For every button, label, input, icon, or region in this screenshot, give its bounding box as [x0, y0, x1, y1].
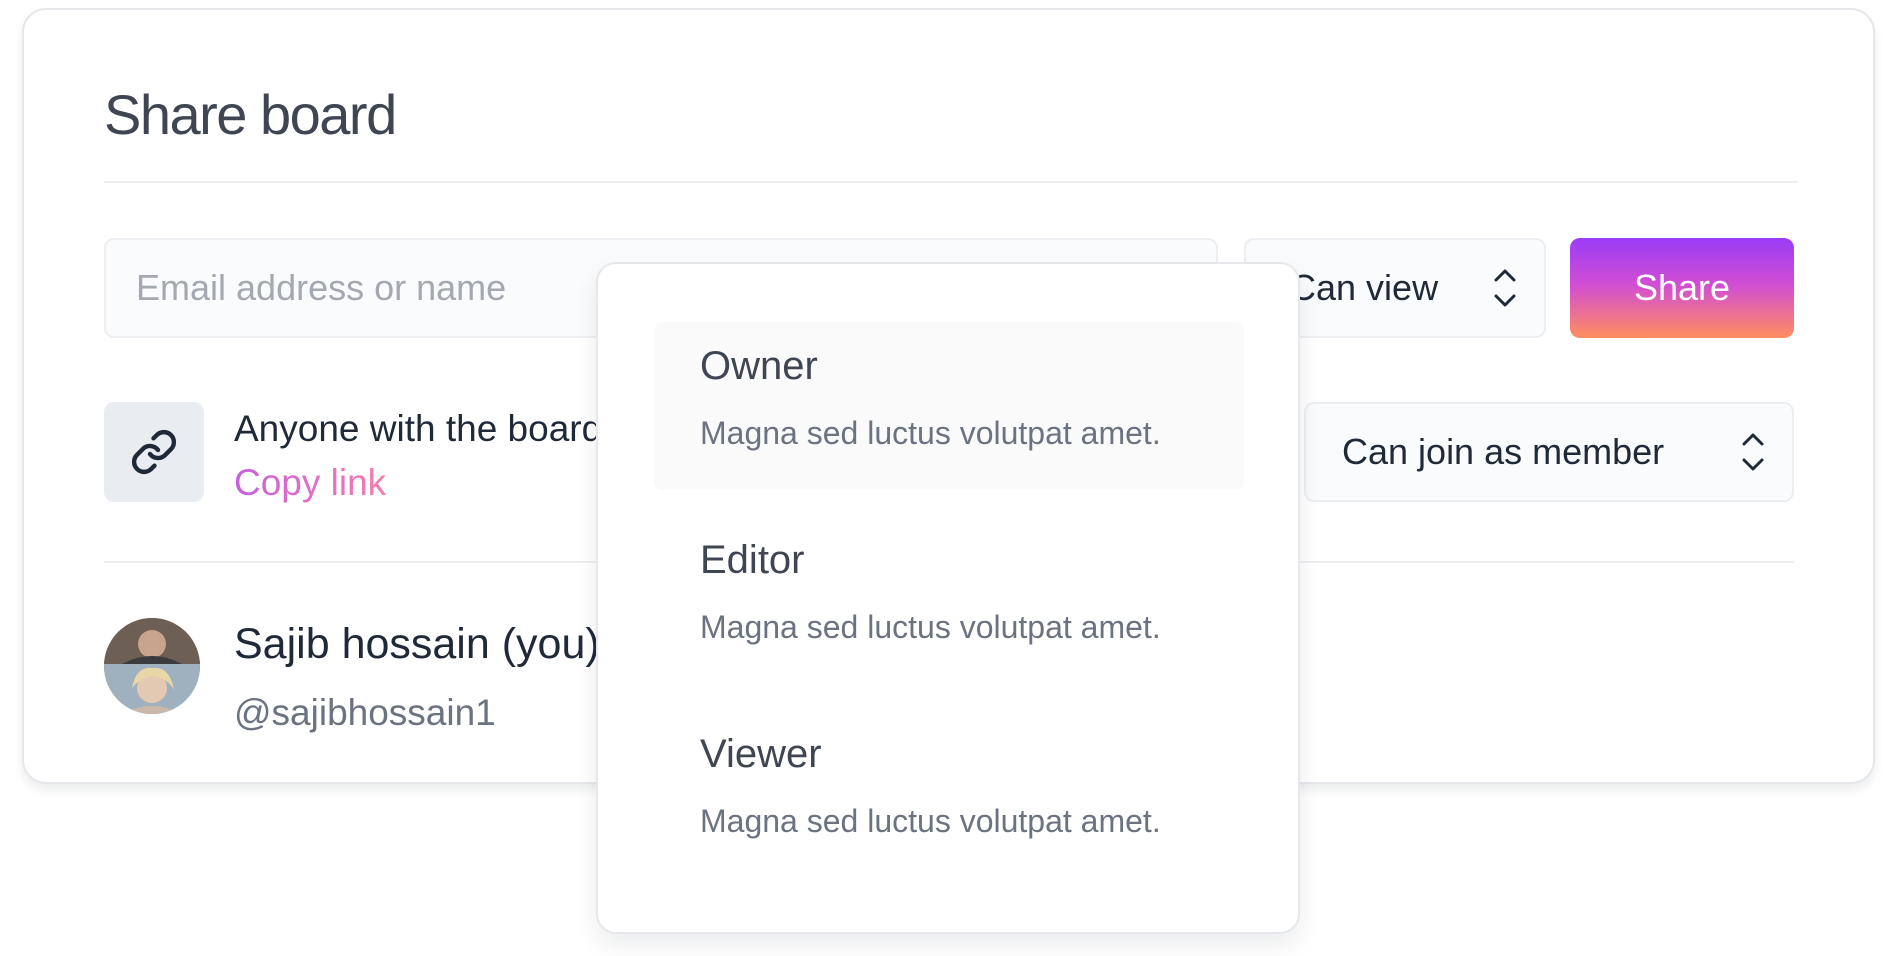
page-title: Share board: [104, 83, 397, 146]
option-title: Owner: [700, 344, 818, 388]
option-title: Editor: [700, 538, 805, 582]
dropdown-option-editor[interactable]: Editor Magna sed luctus volutpat amet.: [654, 516, 1244, 684]
avatar: [104, 618, 200, 714]
chevron-up-down-icon: [1494, 269, 1516, 307]
link-access-select[interactable]: Can join as member: [1304, 402, 1794, 502]
link-icon: [131, 429, 177, 475]
link-icon-tile: [104, 402, 204, 502]
share-board-stage: Share board Can view Share Anyone with t…: [0, 0, 1897, 956]
permission-select-value: Can view: [1290, 267, 1439, 308]
dropdown-option-viewer[interactable]: Viewer Magna sed luctus volutpat amet.: [654, 710, 1244, 878]
option-title: Viewer: [700, 732, 822, 776]
link-access-select-value: Can join as member: [1342, 431, 1665, 472]
header-divider: [104, 181, 1798, 183]
member-name: Sajib hossain (you): [234, 620, 600, 668]
member-handle: @sajibhossain1: [234, 692, 496, 733]
option-description: Magna sed luctus volutpat amet.: [700, 803, 1161, 839]
share-button[interactable]: Share: [1570, 238, 1794, 338]
option-description: Magna sed luctus volutpat amet.: [700, 415, 1161, 451]
permission-dropdown-menu: Owner Magna sed luctus volutpat amet. Ed…: [596, 262, 1300, 934]
avatar-photo: [104, 618, 200, 714]
chevron-up-down-icon: [1742, 433, 1764, 471]
copy-link-button[interactable]: Copy link: [234, 462, 386, 504]
dropdown-option-owner[interactable]: Owner Magna sed luctus volutpat amet.: [654, 322, 1244, 490]
option-description: Magna sed luctus volutpat amet.: [700, 609, 1161, 645]
